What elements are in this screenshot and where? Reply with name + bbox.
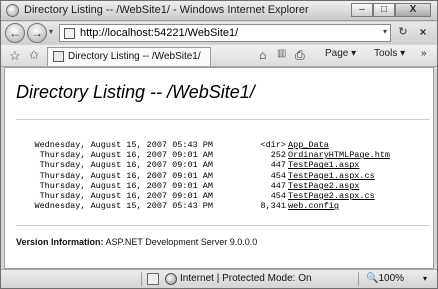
zoom-level[interactable]: 🔍100% xyxy=(366,273,404,284)
listing-row: Wednesday, August 15, 2007 05:43 PM 8,34… xyxy=(5,201,433,212)
entry-link[interactable]: TestPage2.aspx xyxy=(288,181,359,191)
favorites-star-icon[interactable]: ☆ xyxy=(9,48,21,64)
page-heading: Directory Listing -- /WebSite1/ xyxy=(16,82,255,102)
entry-size: 252 xyxy=(270,150,286,161)
more-chevron-icon[interactable]: » xyxy=(421,48,427,59)
entry-size: 454 xyxy=(270,190,286,201)
version-value: ASP.NET Development Server 9.0.0.0 xyxy=(105,237,258,247)
listing-row: Thursday, August 16, 2007 09:01 AM 447 T… xyxy=(5,160,433,171)
zoom-dropdown-icon[interactable]: ▾ xyxy=(423,274,427,283)
page-icon xyxy=(64,28,75,39)
status-bar: Internet | Protected Mode: On 🔍100% ▾ xyxy=(1,269,437,288)
listing-row: Thursday, August 16, 2007 09:01 AM 454 T… xyxy=(5,170,433,181)
tab-directory-listing[interactable]: Directory Listing -- /WebSite1/ xyxy=(47,47,211,66)
entry-size: <dir> xyxy=(260,140,286,150)
minimize-button[interactable]: – xyxy=(351,3,373,17)
recent-pages-dropdown[interactable]: ▾ xyxy=(49,27,53,36)
tab-command-bar: ☆ ✩ Directory Listing -- /WebSite1/ ⌂ ▥ … xyxy=(1,45,437,67)
forward-button[interactable]: → xyxy=(27,23,47,43)
entry-size: 447 xyxy=(270,160,286,171)
stop-button[interactable]: × xyxy=(415,25,431,41)
window-controls: – □ X xyxy=(351,3,431,17)
home-icon[interactable]: ⌂ xyxy=(259,48,266,62)
directory-listing: Wednesday, August 15, 2007 05:43 PM <dir… xyxy=(5,140,433,212)
address-bar[interactable]: http://localhost:54221/WebSite1/ ▾ xyxy=(59,24,391,42)
browser-window: Directory Listing -- /WebSite1/ - Window… xyxy=(0,0,438,289)
entry-date: Thursday, August 16, 2007 09:01 AM xyxy=(39,170,213,181)
tab-label: Directory Listing -- /WebSite1/ xyxy=(68,51,201,62)
entry-size: 454 xyxy=(270,170,286,181)
listing-row: Wednesday, August 15, 2007 05:43 PM <dir… xyxy=(5,140,433,150)
maximize-button[interactable]: □ xyxy=(373,3,395,17)
security-zone[interactable]: Internet | Protected Mode: On xyxy=(180,273,312,284)
entry-date: Thursday, August 16, 2007 09:01 AM xyxy=(39,180,213,191)
entry-date: Thursday, August 16, 2007 09:01 AM xyxy=(39,160,213,171)
entry-link[interactable]: TestPage1.aspx xyxy=(288,160,359,170)
refresh-button[interactable]: ↻ xyxy=(395,25,411,41)
address-dropdown-icon[interactable]: ▾ xyxy=(383,27,387,36)
tools-menu-button[interactable]: Tools ▾ xyxy=(374,48,405,59)
entry-date: Wednesday, August 15, 2007 05:43 PM xyxy=(34,201,213,212)
page-content: Directory Listing -- /WebSite1/ Wednesda… xyxy=(4,67,434,269)
entry-link[interactable]: App_Data xyxy=(288,140,329,150)
window-title: Directory Listing -- /WebSite1/ - Window… xyxy=(24,4,309,16)
print-icon[interactable]: ⎙ xyxy=(295,48,305,63)
entry-date: Thursday, August 16, 2007 09:01 AM xyxy=(39,150,213,161)
page-status-icon xyxy=(147,273,159,285)
page-icon xyxy=(53,51,64,62)
title-bar: Directory Listing -- /WebSite1/ - Window… xyxy=(1,1,437,21)
add-favorites-icon[interactable]: ✩ xyxy=(29,48,39,62)
entry-size: 8,341 xyxy=(260,201,286,212)
address-input[interactable]: http://localhost:54221/WebSite1/ xyxy=(80,27,238,39)
close-button[interactable]: X xyxy=(395,3,431,17)
status-separator xyxy=(141,272,142,286)
entry-link[interactable]: OrdinaryHTMLPage.htm xyxy=(288,150,390,160)
feeds-icon[interactable]: ▥ xyxy=(277,48,286,59)
tools-menu-label: Tools xyxy=(374,48,398,59)
globe-icon xyxy=(165,273,177,285)
entry-size: 447 xyxy=(270,180,286,191)
listing-row: Thursday, August 16, 2007 09:01 AM 447 T… xyxy=(5,180,433,191)
entry-link[interactable]: web.config xyxy=(288,201,339,211)
page-menu-button[interactable]: Page ▾ xyxy=(325,48,356,59)
back-button[interactable]: ← xyxy=(5,23,25,43)
entry-link[interactable]: TestPage1.aspx.cs xyxy=(288,171,375,181)
entry-link[interactable]: TestPage2.aspx.cs xyxy=(288,191,375,201)
divider xyxy=(16,119,430,120)
divider xyxy=(16,225,430,226)
entry-date: Wednesday, August 15, 2007 05:43 PM xyxy=(34,140,213,150)
page-menu-label: Page xyxy=(325,48,349,59)
zoom-value: 100% xyxy=(378,273,405,284)
entry-date: Thursday, August 16, 2007 09:01 AM xyxy=(39,190,213,201)
navigation-bar: ← → ▾ http://localhost:54221/WebSite1/ ▾… xyxy=(1,22,437,44)
listing-row: Thursday, August 16, 2007 09:01 AM 252 O… xyxy=(5,150,433,161)
ie-logo-icon xyxy=(6,4,19,17)
listing-row: Thursday, August 16, 2007 09:01 AM 454 T… xyxy=(5,190,433,201)
version-information: Version Information: ASP.NET Development… xyxy=(16,237,257,247)
version-label: Version Information: xyxy=(16,237,104,247)
status-separator xyxy=(358,272,359,286)
